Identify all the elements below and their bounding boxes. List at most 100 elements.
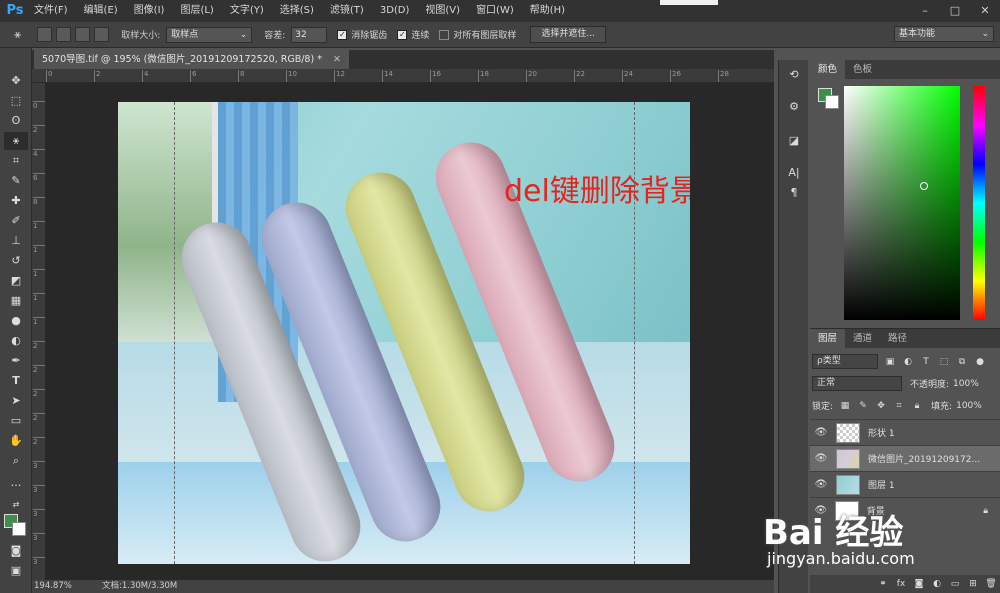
eraser-tool-icon[interactable]: ◩	[4, 272, 28, 290]
layer-row[interactable]: 👁︎ 微信图片_20191209172...	[810, 445, 1000, 471]
document-tab-title: 5070导图.tif @ 195% (微信图片_20191209172520, …	[42, 54, 322, 65]
hue-slider[interactable]	[973, 86, 985, 320]
new-selection-icon[interactable]	[37, 27, 53, 42]
fill-value[interactable]: 100%	[956, 401, 982, 411]
path-selection-tool-icon[interactable]: ➤	[4, 392, 28, 410]
sample-all-layers-checkbox[interactable]	[439, 29, 450, 40]
magic-wand-tool-icon[interactable]: ⚹	[4, 132, 28, 150]
menu-select[interactable]: 选择(S)	[272, 0, 322, 22]
layer-filter-select[interactable]: ρ类型	[812, 354, 878, 369]
brush-tool-icon[interactable]: ✐	[4, 212, 28, 230]
healing-brush-tool-icon[interactable]: ✚	[4, 192, 28, 210]
layer-name[interactable]: 形状 1	[868, 426, 988, 439]
layer-name[interactable]: 图层 1	[868, 478, 988, 491]
intersect-selection-icon[interactable]	[94, 27, 110, 42]
zoom-level[interactable]: 194.87%	[34, 580, 72, 593]
color-picker-field[interactable]	[844, 86, 960, 320]
more-tools-icon[interactable]: …	[4, 474, 28, 492]
shape-filter-icon[interactable]: ⬚	[938, 357, 950, 367]
menu-layer[interactable]: 图层(L)	[172, 0, 221, 22]
magic-wand-icon[interactable]: ⚹	[14, 27, 21, 42]
layer-row[interactable]: 👁︎ 形状 1	[810, 419, 1000, 445]
menu-filter[interactable]: 滤镜(T)	[322, 0, 372, 22]
workspace-select[interactable]: 基本功能 ⌄	[894, 26, 994, 42]
select-and-mask-button[interactable]: 选择并遮住...	[530, 26, 606, 43]
add-selection-icon[interactable]	[56, 27, 72, 42]
menu-help[interactable]: 帮助(H)	[522, 0, 573, 22]
canvas-area[interactable]: del键删除背景	[46, 83, 774, 580]
color-picker-cursor[interactable]	[920, 182, 928, 190]
type-tool-icon[interactable]: T	[4, 372, 28, 390]
rectangle-tool-icon[interactable]: ▭	[4, 412, 28, 430]
opacity-value[interactable]: 100%	[953, 379, 979, 389]
menu-edit[interactable]: 编辑(E)	[76, 0, 126, 22]
background-color-swatch[interactable]	[825, 95, 839, 109]
document-tab[interactable]: 5070导图.tif @ 195% (微信图片_20191209172520, …	[34, 50, 349, 69]
hand-tool-icon[interactable]: ✋	[4, 432, 28, 450]
lasso-tool-icon[interactable]: ʘ	[4, 112, 28, 130]
menu-image[interactable]: 图像(I)	[126, 0, 173, 22]
ruler-tick: 3	[33, 557, 45, 568]
type-filter-icon[interactable]: T	[920, 357, 932, 367]
lock-transparent-icon[interactable]: ▦	[839, 401, 851, 411]
properties-panel-icon[interactable]: ⚙	[783, 98, 805, 116]
character-panel-icon[interactable]: A|	[783, 164, 805, 182]
pen-tool-icon[interactable]: ✒	[4, 352, 28, 370]
visibility-eye-icon[interactable]: 👁︎	[810, 479, 832, 490]
lock-all-icon[interactable]: 🔒︎	[911, 401, 923, 411]
visibility-eye-icon[interactable]: 👁︎	[810, 427, 832, 438]
gradient-tool-icon[interactable]: ▦	[4, 292, 28, 310]
tab-channels[interactable]: 通道	[845, 329, 880, 348]
close-icon[interactable]: ✕	[333, 54, 341, 65]
opacity-label: 不透明度:	[910, 380, 950, 390]
history-brush-tool-icon[interactable]: ↺	[4, 252, 28, 270]
lock-position-icon[interactable]: ✥	[875, 401, 887, 411]
smart-object-filter-icon[interactable]: ⧉	[956, 357, 968, 367]
lock-artboard-icon[interactable]: ⌗	[893, 401, 905, 411]
marquee-tool-icon[interactable]: ⬚	[4, 92, 28, 110]
zoom-tool-icon[interactable]: ⌕	[4, 452, 28, 470]
dodge-tool-icon[interactable]: ◐	[4, 332, 28, 350]
adjustments-panel-icon[interactable]: ◪	[783, 132, 805, 150]
tab-color[interactable]: 颜色	[810, 60, 846, 79]
subtract-selection-icon[interactable]	[75, 27, 91, 42]
anti-alias-checkbox[interactable]: ✓	[337, 29, 348, 40]
adjustment-filter-icon[interactable]: ◐	[902, 357, 914, 367]
layer-row[interactable]: 👁︎ 图层 1	[810, 471, 1000, 497]
sample-size-select[interactable]: 取样点 ⌄	[166, 26, 253, 43]
layer-name[interactable]: 微信图片_20191209172...	[868, 452, 988, 465]
image-filter-icon[interactable]: ▣	[884, 357, 896, 367]
layer-filter-row: ρ类型 ▣ ◐ T ⬚ ⧉ ●	[812, 353, 998, 370]
contiguous-checkbox[interactable]: ✓	[397, 29, 408, 40]
menu-3d[interactable]: 3D(D)	[372, 0, 418, 22]
visibility-eye-icon[interactable]: 👁︎	[810, 453, 832, 464]
menu-window[interactable]: 窗口(W)	[468, 0, 522, 22]
tab-layers[interactable]: 图层	[810, 329, 846, 348]
menu-type[interactable]: 文字(Y)	[222, 0, 272, 22]
maximize-icon[interactable]: □	[940, 0, 970, 22]
minimize-icon[interactable]: –	[910, 0, 940, 22]
lock-pixels-icon[interactable]: ✎	[857, 401, 869, 411]
history-panel-icon[interactable]: ⟲	[783, 66, 805, 84]
clone-stamp-tool-icon[interactable]: ⊥	[4, 232, 28, 250]
blur-tool-icon[interactable]: ●	[4, 312, 28, 330]
blend-mode-select[interactable]: 正常	[812, 376, 902, 391]
tolerance-input[interactable]: 32	[291, 26, 328, 43]
menu-file[interactable]: 文件(F)	[26, 0, 76, 22]
ruler-tick: 14	[382, 70, 393, 82]
tab-paths[interactable]: 路径	[880, 329, 915, 348]
crop-tool-icon[interactable]: ⌗	[4, 152, 28, 170]
close-icon[interactable]: ✕	[970, 0, 1000, 22]
quick-mask-icon[interactable]: ◙	[4, 542, 28, 560]
paragraph-panel-icon[interactable]: ¶	[783, 184, 805, 202]
filter-toggle-icon[interactable]: ●	[974, 357, 986, 367]
screen-mode-icon[interactable]: ▣	[4, 562, 28, 580]
move-tool-icon[interactable]: ✥	[4, 72, 28, 90]
swap-colors-icon[interactable]: ⇄	[4, 496, 28, 514]
eyedropper-tool-icon[interactable]: ✎	[4, 172, 28, 190]
tab-swatches[interactable]: 色板	[845, 60, 880, 79]
background-color-swatch[interactable]	[12, 522, 26, 536]
ruler-tick: 3	[33, 533, 45, 544]
menu-view[interactable]: 视图(V)	[417, 0, 468, 22]
document-image[interactable]: del键删除背景	[118, 102, 690, 564]
